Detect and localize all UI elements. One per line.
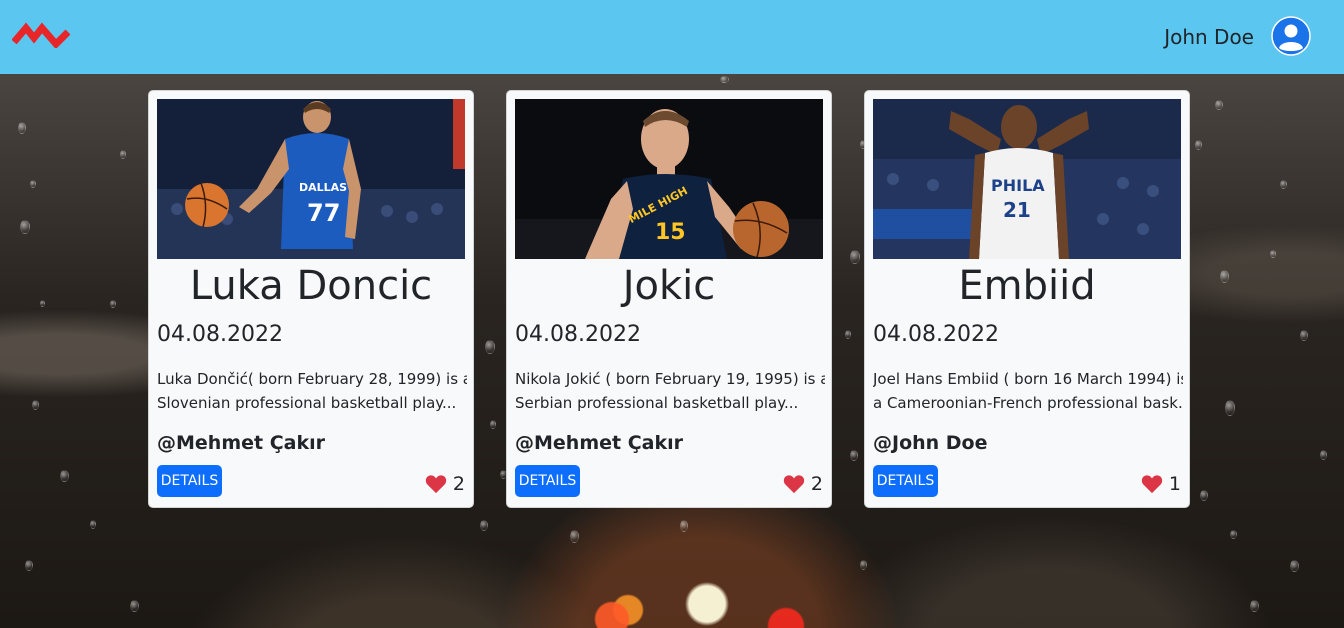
- raindrop: [850, 450, 858, 461]
- raindrop: [130, 600, 139, 612]
- like-count: 1: [1168, 473, 1181, 495]
- post-card: DALLAS 77 Luka Doncic 04.08.2022 Luka Do…: [148, 90, 474, 508]
- like-counter: 1: [1141, 473, 1181, 495]
- navbar: John Doe: [0, 0, 1344, 74]
- player-image[interactable]: PHILA 21: [873, 99, 1181, 259]
- card-title: Luka Doncic: [189, 263, 433, 309]
- raindrop: [485, 340, 495, 354]
- card-author[interactable]: @Mehmet Çakır: [515, 432, 683, 454]
- card-author[interactable]: @John Doe: [873, 432, 988, 454]
- raindrop: [845, 330, 851, 339]
- raindrop: [490, 420, 496, 429]
- raindrop: [1280, 180, 1287, 189]
- details-button[interactable]: DETAILS: [515, 465, 580, 497]
- like-count: 2: [810, 473, 823, 495]
- card-date: 04.08.2022: [873, 322, 999, 347]
- card-description: Joel Hans Embiid ( born 16 March 1994) i…: [873, 367, 1183, 415]
- raindrop: [60, 470, 69, 482]
- raindrop: [20, 220, 30, 234]
- raindrop: [1230, 530, 1237, 539]
- card-description-line: Nikola Jokić ( born February 19, 1995) i…: [515, 370, 825, 388]
- raindrop: [1320, 450, 1327, 460]
- raindrop: [850, 250, 860, 264]
- raindrop: [1270, 250, 1276, 258]
- raindrop: [1225, 400, 1235, 416]
- card-description: Luka Dončić( born February 28, 1999) is …: [157, 367, 467, 415]
- heart-icon[interactable]: [1141, 474, 1163, 494]
- jersey-number-text: 77: [307, 199, 340, 227]
- heart-icon[interactable]: [783, 474, 805, 494]
- raindrop: [680, 520, 688, 532]
- raindrop: [32, 400, 39, 410]
- card-description-line: Slovenian professional basketball play..…: [157, 394, 457, 412]
- raindrop: [18, 122, 26, 134]
- raindrop: [860, 560, 867, 570]
- card-title: Embiid: [958, 263, 1096, 309]
- raindrop: [25, 560, 33, 571]
- raindrop: [30, 180, 36, 188]
- card-description-line: a Cameroonian-French professional bask..…: [873, 394, 1183, 412]
- raindrop: [1200, 490, 1208, 501]
- heart-icon[interactable]: [425, 474, 447, 494]
- post-card: MILE HIGH 15 Jokic 04.08.2022 Nikola Jok…: [506, 90, 832, 508]
- details-button[interactable]: DETAILS: [157, 465, 222, 497]
- raindrop: [720, 76, 729, 83]
- raindrop: [480, 520, 488, 531]
- raindrop: [1250, 600, 1259, 612]
- raindrop: [90, 520, 96, 529]
- raindrop: [40, 300, 45, 307]
- raindrop: [1290, 560, 1299, 572]
- card-author[interactable]: @Mehmet Çakır: [157, 432, 325, 454]
- card-description-line: Luka Dončić( born February 28, 1999) is …: [157, 370, 467, 388]
- nav-user-name[interactable]: John Doe: [1164, 25, 1254, 49]
- card-description-line: Serbian professional basketball play...: [515, 394, 799, 412]
- raindrop: [570, 530, 579, 543]
- player-image[interactable]: MILE HIGH 15: [515, 99, 823, 259]
- like-counter: 2: [425, 473, 465, 495]
- raindrop: [120, 150, 126, 159]
- player-image[interactable]: DALLAS 77: [157, 99, 465, 259]
- user-avatar-icon[interactable]: [1271, 16, 1311, 56]
- post-card: PHILA 21 Embiid 04.08.2022 Joel Hans Emb…: [864, 90, 1190, 508]
- card-description-line: Joel Hans Embiid ( born 16 March 1994) i…: [873, 370, 1183, 388]
- details-button[interactable]: DETAILS: [873, 465, 938, 497]
- raindrop: [110, 300, 116, 308]
- jersey-number-text: 15: [655, 220, 686, 245]
- raindrop: [1220, 270, 1229, 283]
- like-counter: 2: [783, 473, 823, 495]
- raindrop: [1195, 140, 1202, 150]
- card-date: 04.08.2022: [157, 322, 283, 347]
- card-date: 04.08.2022: [515, 322, 641, 347]
- raindrop: [1300, 330, 1308, 341]
- card-description: Nikola Jokić ( born February 19, 1995) i…: [515, 367, 825, 415]
- jersey-team-text: PHILA: [991, 176, 1045, 195]
- raindrop: [1215, 100, 1223, 110]
- like-count: 2: [452, 473, 465, 495]
- card-title: Jokic: [622, 263, 716, 309]
- jersey-number-text: 21: [1003, 198, 1031, 222]
- jersey-team-text: DALLAS: [299, 181, 347, 194]
- brand-logo-icon[interactable]: [12, 18, 70, 48]
